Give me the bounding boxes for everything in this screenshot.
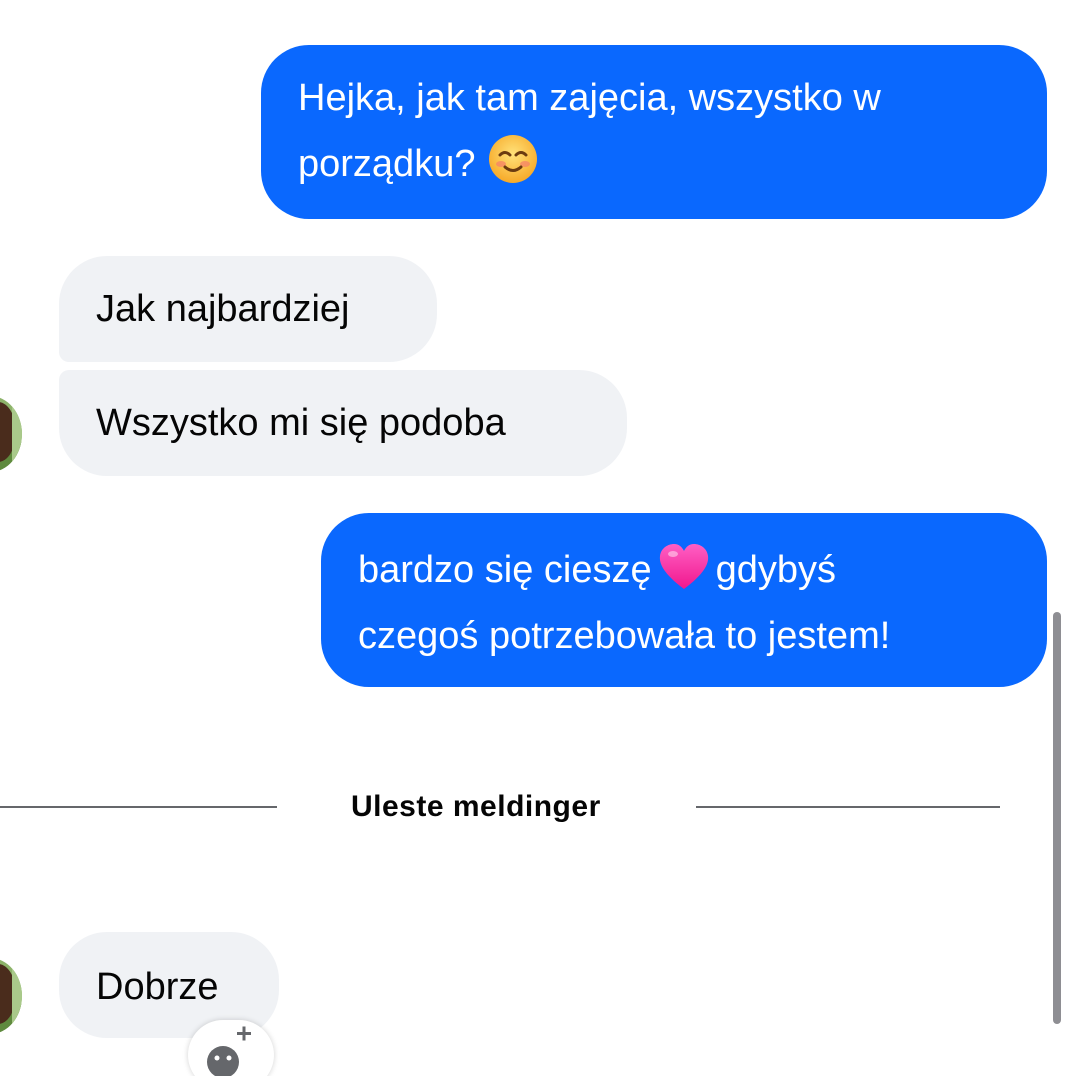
avatar[interactable]: [0, 958, 22, 1034]
message-text-line: bardzo się cieszę gdybyś: [358, 537, 1047, 603]
message-text: Wszystko mi się podoba: [96, 402, 506, 444]
contact-photo: [0, 958, 22, 1034]
message-text-line: czegoś potrzebowała to jestem!: [358, 615, 891, 657]
message-text-line: Hejka, jak tam zajęcia, wszystko w: [298, 77, 881, 119]
message-text: bardzo się cieszę: [358, 549, 652, 591]
unread-divider-label: Uleste meldinger: [351, 790, 601, 823]
message-bubble-incoming[interactable]: Wszystko mi się podoba: [59, 370, 627, 476]
scrollbar-thumb[interactable]: [1053, 612, 1061, 1024]
message-text: Dobrze: [96, 966, 219, 1008]
smiling-face-icon: [489, 135, 538, 183]
message-text-line: porządku?: [298, 131, 1047, 197]
divider-line-right: [696, 806, 1000, 808]
chat-thread: Hejka, jak tam zajęcia, wszystko w porzą…: [0, 0, 1072, 1076]
contact-photo: [0, 396, 22, 472]
message-bubble-outgoing[interactable]: bardzo się cieszę gdybyś czegoś potrzebow…: [321, 513, 1047, 687]
message-text: gdybyś: [715, 549, 836, 591]
avatar[interactable]: [0, 396, 22, 472]
message-bubble-incoming[interactable]: Jak najbardziej: [59, 256, 437, 362]
message-bubble-outgoing[interactable]: Hejka, jak tam zajęcia, wszystko w porzą…: [261, 45, 1047, 219]
message-text: Jak najbardziej: [96, 288, 350, 330]
divider-line-left: [0, 806, 277, 808]
add-reaction-button[interactable]: [188, 1020, 274, 1076]
add-reaction-icon: [207, 1026, 251, 1076]
message-text: porządku?: [298, 143, 476, 185]
pink-heart-icon: [659, 544, 708, 589]
